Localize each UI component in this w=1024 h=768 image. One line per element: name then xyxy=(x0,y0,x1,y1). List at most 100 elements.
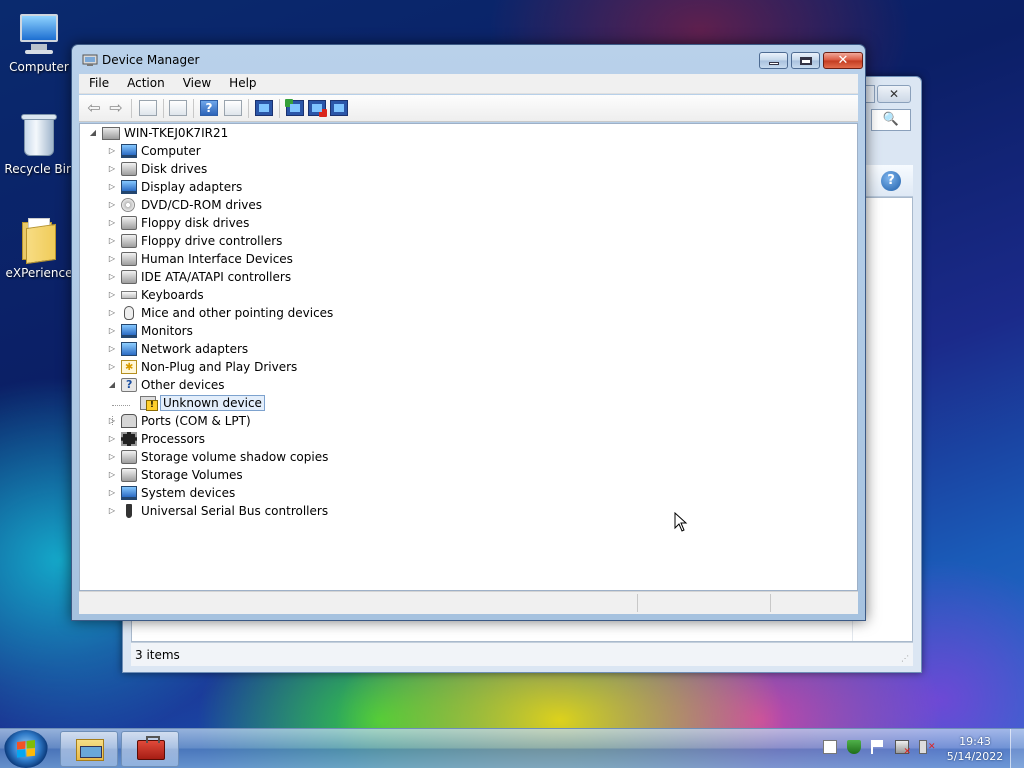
menu-bar: File Action View Help xyxy=(79,74,858,94)
tree-item-label: System devices xyxy=(141,486,236,500)
toolbox-icon xyxy=(137,736,165,760)
toolbar-separator xyxy=(193,99,194,118)
hid-icon xyxy=(121,252,137,266)
tray-network-disconnected-icon[interactable] xyxy=(895,740,911,757)
tray-security-shield-icon[interactable] xyxy=(847,740,861,754)
minimize-icon xyxy=(769,62,779,65)
ide-controller-icon xyxy=(121,270,137,284)
shadow-copy-icon xyxy=(121,450,137,464)
recycle-bin-icon xyxy=(16,112,62,158)
uninstall-device-button[interactable] xyxy=(308,100,327,117)
start-button[interactable] xyxy=(4,730,48,768)
display-adapter-icon xyxy=(121,180,137,194)
taskbar-device-manager-button[interactable] xyxy=(121,731,179,767)
expand-icon[interactable]: ▷ xyxy=(107,340,117,358)
dvd-drive-icon xyxy=(121,198,135,212)
help-button[interactable]: ? xyxy=(200,100,218,116)
tree-item-label: Floppy drive controllers xyxy=(141,234,283,248)
folder-icon xyxy=(16,216,62,265)
device-manager-icon xyxy=(82,54,98,66)
expand-icon[interactable]: ▷ xyxy=(107,286,117,304)
maximize-button[interactable] xyxy=(791,52,820,69)
tree-item-label: Network adapters xyxy=(141,342,249,356)
toolbar-separator xyxy=(279,99,280,118)
menu-help[interactable]: Help xyxy=(219,74,264,90)
help-icon[interactable]: ? xyxy=(881,171,901,191)
expand-icon[interactable]: ▷ xyxy=(107,250,117,268)
taskbar-explorer-button[interactable] xyxy=(60,731,118,767)
tree-item-label: Display adapters xyxy=(141,180,243,194)
expand-icon[interactable]: ▷ xyxy=(107,412,117,430)
tree-item-label: DVD/CD-ROM drives xyxy=(141,198,263,212)
expand-icon[interactable]: ▷ xyxy=(107,178,117,196)
expand-icon[interactable]: ▷ xyxy=(107,322,117,340)
back-button[interactable]: ⇦ xyxy=(85,100,103,116)
other-devices-icon xyxy=(121,376,137,394)
expand-icon[interactable]: ▷ xyxy=(107,232,117,250)
collapse-icon[interactable]: ◢ xyxy=(88,124,98,142)
explorer-icon xyxy=(76,739,104,761)
tree-item-label: Human Interface Devices xyxy=(141,252,293,266)
menu-file[interactable]: File xyxy=(79,74,117,90)
keyboard-icon xyxy=(121,291,137,299)
close-button[interactable]: ✕ xyxy=(823,52,863,69)
unknown-device-warning-icon xyxy=(140,396,158,411)
toolbar-separator xyxy=(248,99,249,118)
menu-action[interactable]: Action xyxy=(117,74,173,90)
show-action-pane-button[interactable] xyxy=(224,100,242,116)
device-manager-window[interactable]: Device Manager ✕ File Action View Help ⇦ ⇨ … xyxy=(71,44,866,621)
expand-icon[interactable]: ▷ xyxy=(107,466,117,484)
expand-icon[interactable]: ▷ xyxy=(107,358,117,376)
desktop-icon-recycle-bin[interactable]: Recycle Bin xyxy=(0,112,78,176)
clock[interactable]: 19:43 5/14/2022 xyxy=(944,734,1006,764)
search-icon[interactable]: 🔍 xyxy=(871,109,911,131)
expand-icon[interactable]: ▷ xyxy=(107,304,117,322)
scan-hardware-changes-button[interactable] xyxy=(255,100,273,116)
show-hide-console-tree-button[interactable] xyxy=(139,100,157,116)
tree-item-label: Computer xyxy=(141,144,201,158)
tray-volume-muted-icon[interactable] xyxy=(919,740,936,754)
network-adapter-icon xyxy=(121,342,137,356)
desktop-icon-experience[interactable]: eXPerience xyxy=(0,216,78,280)
processor-icon xyxy=(121,432,137,446)
disable-device-button[interactable] xyxy=(330,100,348,116)
minimize-button[interactable] xyxy=(759,52,788,69)
desktop-icon-computer[interactable]: Computer xyxy=(0,10,78,74)
tray-document-icon[interactable] xyxy=(823,740,837,754)
tree-item-label: IDE ATA/ATAPI controllers xyxy=(141,270,292,284)
tree-item-label: Ports (COM & LPT) xyxy=(141,414,251,428)
menu-view[interactable]: View xyxy=(173,74,219,90)
expand-icon[interactable]: ▷ xyxy=(107,268,117,286)
desktop-icon-label: eXPerience xyxy=(5,266,73,280)
status-divider xyxy=(637,594,638,612)
update-driver-button[interactable] xyxy=(285,99,304,116)
floppy-controller-icon xyxy=(121,234,137,248)
non-pnp-driver-icon xyxy=(121,359,137,377)
expand-icon[interactable]: ▷ xyxy=(107,214,117,232)
window-title: Device Manager xyxy=(102,53,200,67)
forward-button[interactable]: ⇨ xyxy=(107,100,125,116)
device-tree[interactable]: ◢ WIN-TKEJ0K7IR21 ▷ Computer ▷ Disk drives ▷… xyxy=(79,123,858,591)
expand-icon[interactable]: ▷ xyxy=(107,142,117,160)
tree-item-label: Processors xyxy=(141,432,206,446)
tray-action-center-flag-icon[interactable] xyxy=(871,740,885,754)
title-bar[interactable]: Device Manager ✕ xyxy=(72,45,865,73)
expand-icon[interactable]: ▷ xyxy=(107,502,117,520)
tree-item-label: Keyboards xyxy=(141,288,204,302)
storage-volume-icon xyxy=(121,468,137,482)
resize-grip[interactable]: ⋰ xyxy=(901,654,911,664)
taskbar: 19:43 5/14/2022 xyxy=(0,728,1024,768)
clock-time: 19:43 xyxy=(959,735,991,748)
item-count: 3 items xyxy=(135,648,180,662)
floppy-disk-icon xyxy=(121,216,137,230)
collapse-icon[interactable]: ◢ xyxy=(107,376,117,394)
expand-icon[interactable]: ▷ xyxy=(107,196,117,214)
expand-icon[interactable]: ▷ xyxy=(107,484,117,502)
expand-icon[interactable]: ▷ xyxy=(107,160,117,178)
expand-icon[interactable]: ▷ xyxy=(107,430,117,448)
tree-item-label: Monitors xyxy=(141,324,193,338)
show-desktop-button[interactable] xyxy=(1010,729,1024,768)
properties-button[interactable] xyxy=(169,100,187,116)
expand-icon[interactable]: ▷ xyxy=(107,448,117,466)
close-button[interactable]: ✕ xyxy=(877,85,911,103)
